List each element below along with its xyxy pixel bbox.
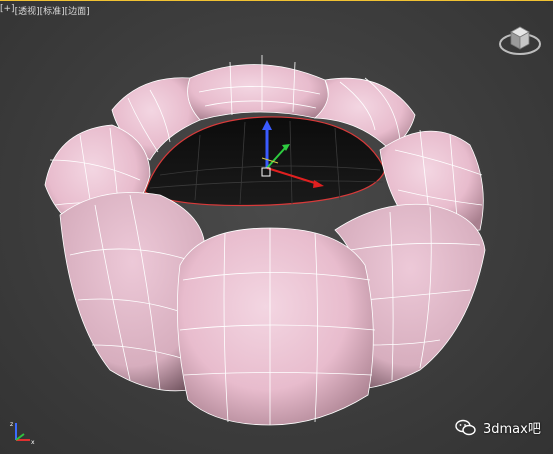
viewport-label-menu: [+] [透视] [标准] [边面] [0,4,90,17]
viewport-plus-menu[interactable]: [+] [0,4,15,16]
viewport-point-of-view-menu[interactable]: [透视] [15,4,40,17]
torus-front-center-segment [176,227,376,426]
viewcube-icon[interactable] [497,20,543,60]
svg-text:x: x [31,439,35,446]
viewport-shading-menu[interactable]: [边面] [65,4,90,17]
svg-text:z: z [10,421,13,428]
torus-mesh[interactable] [0,0,553,454]
wechat-icon [455,419,476,435]
perspective-viewport[interactable]: [+] [透视] [标准] [边面] z x 3dmax吧 [0,0,553,454]
watermark: 3dmax吧 [455,418,541,437]
watermark-text: 3dmax吧 [483,422,541,437]
axis-tripod-icon: z x [10,421,35,446]
viewport-standard-menu[interactable]: [标准] [40,4,65,17]
